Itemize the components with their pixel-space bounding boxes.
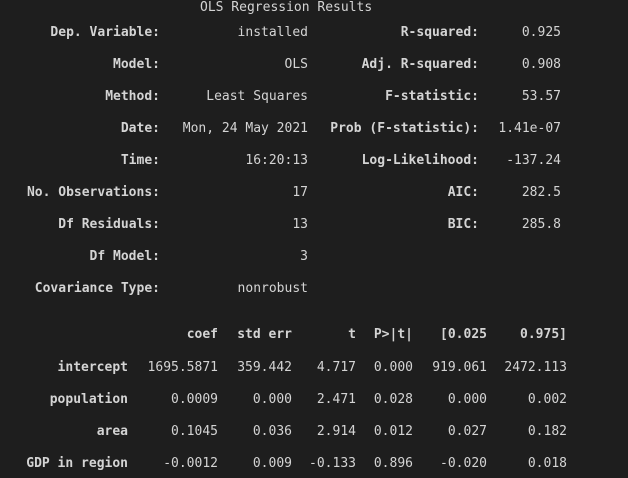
coef-cell: 0.000 [447, 392, 487, 407]
summary-left-value: OLS [284, 57, 308, 72]
results-title: OLS Regression Results [200, 0, 373, 15]
coef-cell: 0.0009 [171, 392, 218, 407]
summary-right-label: BIC: [447, 217, 479, 232]
summary-left-value: installed [237, 25, 308, 40]
coef-row-name: intercept [57, 360, 128, 375]
coef-row-name: GDP in region [26, 456, 128, 471]
summary-left-label: Time: [120, 153, 160, 168]
summary-left-value: 17 [292, 185, 308, 200]
summary-right-value: -137.24 [506, 153, 561, 168]
coef-row-name: area [96, 424, 128, 439]
coef-header: coef [186, 327, 218, 342]
coef-row-name: population [49, 392, 128, 407]
summary-right-label: Log-Likelihood: [361, 153, 479, 168]
coef-cell: -0.020 [440, 456, 487, 471]
summary-left-label: Model: [113, 57, 160, 72]
summary-left-label: No. Observations: [26, 185, 160, 200]
summary-right-value: 0.908 [521, 57, 561, 72]
coef-header: P>|t| [373, 327, 413, 342]
summary-left-label: Df Model: [89, 249, 160, 264]
summary-left-label: Df Residuals: [58, 217, 160, 232]
summary-left-value: Mon, 24 May 2021 [182, 121, 308, 136]
coef-cell: 4.717 [316, 360, 356, 375]
summary-right-value: 0.925 [521, 25, 561, 40]
coef-cell: 2.471 [316, 392, 356, 407]
coef-cell: -0.133 [309, 456, 356, 471]
coef-cell: -0.0012 [163, 456, 218, 471]
coef-cell: 2472.113 [504, 360, 567, 375]
summary-right-label: F-statistic: [385, 89, 479, 104]
coef-header: t [348, 327, 356, 342]
coef-cell: 0.000 [252, 392, 292, 407]
summary-right-value: 285.8 [521, 217, 561, 232]
summary-left-value: Least Squares [206, 89, 308, 104]
coef-header: [0.025 [440, 327, 487, 342]
summary-right-value: 1.41e-07 [498, 121, 561, 136]
coef-cell: 0.018 [527, 456, 567, 471]
coef-cell: 0.009 [252, 456, 292, 471]
summary-left-label: Date: [120, 121, 160, 136]
coef-cell: 0.036 [252, 424, 292, 439]
summary-left-value: nonrobust [237, 281, 308, 296]
summary-left-label: Covariance Type: [34, 281, 160, 296]
summary-right-label: AIC: [447, 185, 479, 200]
coef-cell: 0.000 [373, 360, 413, 375]
coef-cell: 0.002 [527, 392, 567, 407]
summary-right-value: 282.5 [521, 185, 561, 200]
coef-header: std err [237, 327, 292, 342]
coef-cell: 0.028 [373, 392, 413, 407]
coef-cell: 0.896 [373, 456, 413, 471]
coef-header: 0.975] [520, 327, 567, 342]
coef-cell: 0.182 [527, 424, 567, 439]
summary-right-label: Prob (F-statistic): [330, 121, 479, 136]
summary-right-label: R-squared: [400, 25, 479, 40]
coef-cell: 2.914 [316, 424, 356, 439]
coef-cell: 919.061 [432, 360, 487, 375]
coef-cell: 0.1045 [171, 424, 218, 439]
coef-cell: 0.027 [447, 424, 487, 439]
summary-right-value: 53.57 [521, 89, 561, 104]
coef-cell: 0.012 [373, 424, 413, 439]
coef-cell: 1695.5871 [147, 360, 218, 375]
summary-left-label: Dep. Variable: [50, 25, 160, 40]
summary-left-label: Method: [105, 89, 160, 104]
summary-left-value: 13 [292, 217, 308, 232]
coef-cell: 359.442 [237, 360, 292, 375]
summary-left-value: 16:20:13 [245, 153, 308, 168]
summary-left-value: 3 [300, 249, 308, 264]
summary-right-label: Adj. R-squared: [361, 57, 479, 72]
